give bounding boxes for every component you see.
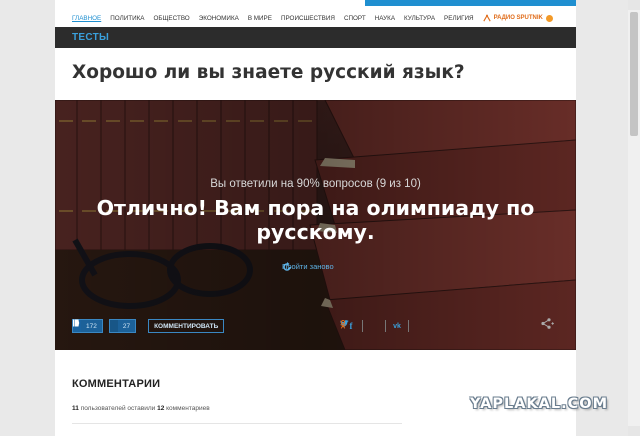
- quiz-verdict: Отлично! Вам пора на олимпиаду по русско…: [96, 196, 535, 244]
- nav-item-economy[interactable]: ЭКОНОМИКА: [199, 15, 239, 22]
- thumbs-down-icon: [73, 319, 118, 332]
- nav-item-culture[interactable]: КУЛЬТУРА: [404, 15, 435, 22]
- quiz-score-text: Вы ответили на 90% вопросов (9 из 10): [210, 178, 421, 190]
- comments-heading: КОММЕНТАРИИ: [72, 378, 161, 390]
- comments-count: 12: [157, 405, 165, 412]
- nav-item-incidents[interactable]: ПРОИСШЕСТВИЯ: [281, 15, 335, 22]
- share-buttons: f vk: [340, 320, 431, 332]
- section-tests-link[interactable]: ТЕСТЫ: [72, 32, 109, 43]
- nav-item-sport[interactable]: СПОРТ: [344, 15, 366, 22]
- comments-users-count: 11: [72, 405, 79, 412]
- like-count: 172: [81, 320, 102, 332]
- scroll-up-arrow-icon[interactable]: [628, 0, 640, 10]
- dislike-count: 27: [117, 320, 136, 332]
- comments-users-text: пользователей оставили: [80, 405, 156, 412]
- refresh-icon: [283, 262, 291, 271]
- main-nav: ГЛАВНОЕ ПОЛИТИКА ОБЩЕСТВО ЭКОНОМИКА В МИ…: [72, 10, 553, 26]
- radio-play-icon: [545, 14, 553, 22]
- page-content: ГЛАВНОЕ ПОЛИТИКА ОБЩЕСТВО ЭКОНОМИКА В МИ…: [55, 0, 576, 436]
- yaplakal-watermark: YAPLAKAL.COM: [470, 396, 609, 412]
- radio-sputnik-link[interactable]: РАДИО SPUTNIK: [482, 14, 553, 22]
- retry-quiz-link[interactable]: Пройти заново: [282, 262, 334, 271]
- section-bar: ТЕСТЫ: [55, 27, 576, 48]
- nav-item-science[interactable]: НАУКА: [375, 15, 395, 22]
- radio-label: РАДИО SPUTNIK: [493, 15, 543, 21]
- nav-item-society[interactable]: ОБЩЕСТВО: [154, 15, 190, 22]
- radio-antenna-icon: [482, 14, 491, 22]
- nav-item-world[interactable]: В МИРЕ: [248, 15, 272, 22]
- vk-icon[interactable]: vk: [386, 323, 408, 330]
- scroll-down-arrow-icon[interactable]: [628, 426, 640, 436]
- share-divider: [408, 320, 409, 332]
- comments-count-text: комментариев: [166, 405, 210, 412]
- vertical-scrollbar[interactable]: [628, 0, 640, 436]
- nav-item-main[interactable]: ГЛАВНОЕ: [72, 15, 101, 22]
- comment-button[interactable]: КОММЕНТИРОВАТЬ: [148, 319, 225, 333]
- scrollbar-thumb[interactable]: [630, 12, 638, 136]
- top-strip: [55, 0, 576, 6]
- nav-item-religion[interactable]: РЕЛИГИЯ: [444, 15, 474, 22]
- dislike-button[interactable]: 27: [73, 319, 137, 333]
- quiz-result-hero: Вы ответили на 90% вопросов (9 из 10) От…: [55, 100, 576, 350]
- article-title: Хорошо ли вы знаете русский язык?: [72, 62, 465, 83]
- nav-item-politics[interactable]: ПОЛИТИКА: [110, 15, 144, 22]
- comments-divider: [72, 423, 402, 424]
- action-bar: 172 27 КОММЕНТИРОВАТЬ: [72, 319, 225, 333]
- share-divider: [362, 320, 363, 332]
- comments-summary: 11 пользователей оставили 12 комментарие…: [72, 405, 210, 412]
